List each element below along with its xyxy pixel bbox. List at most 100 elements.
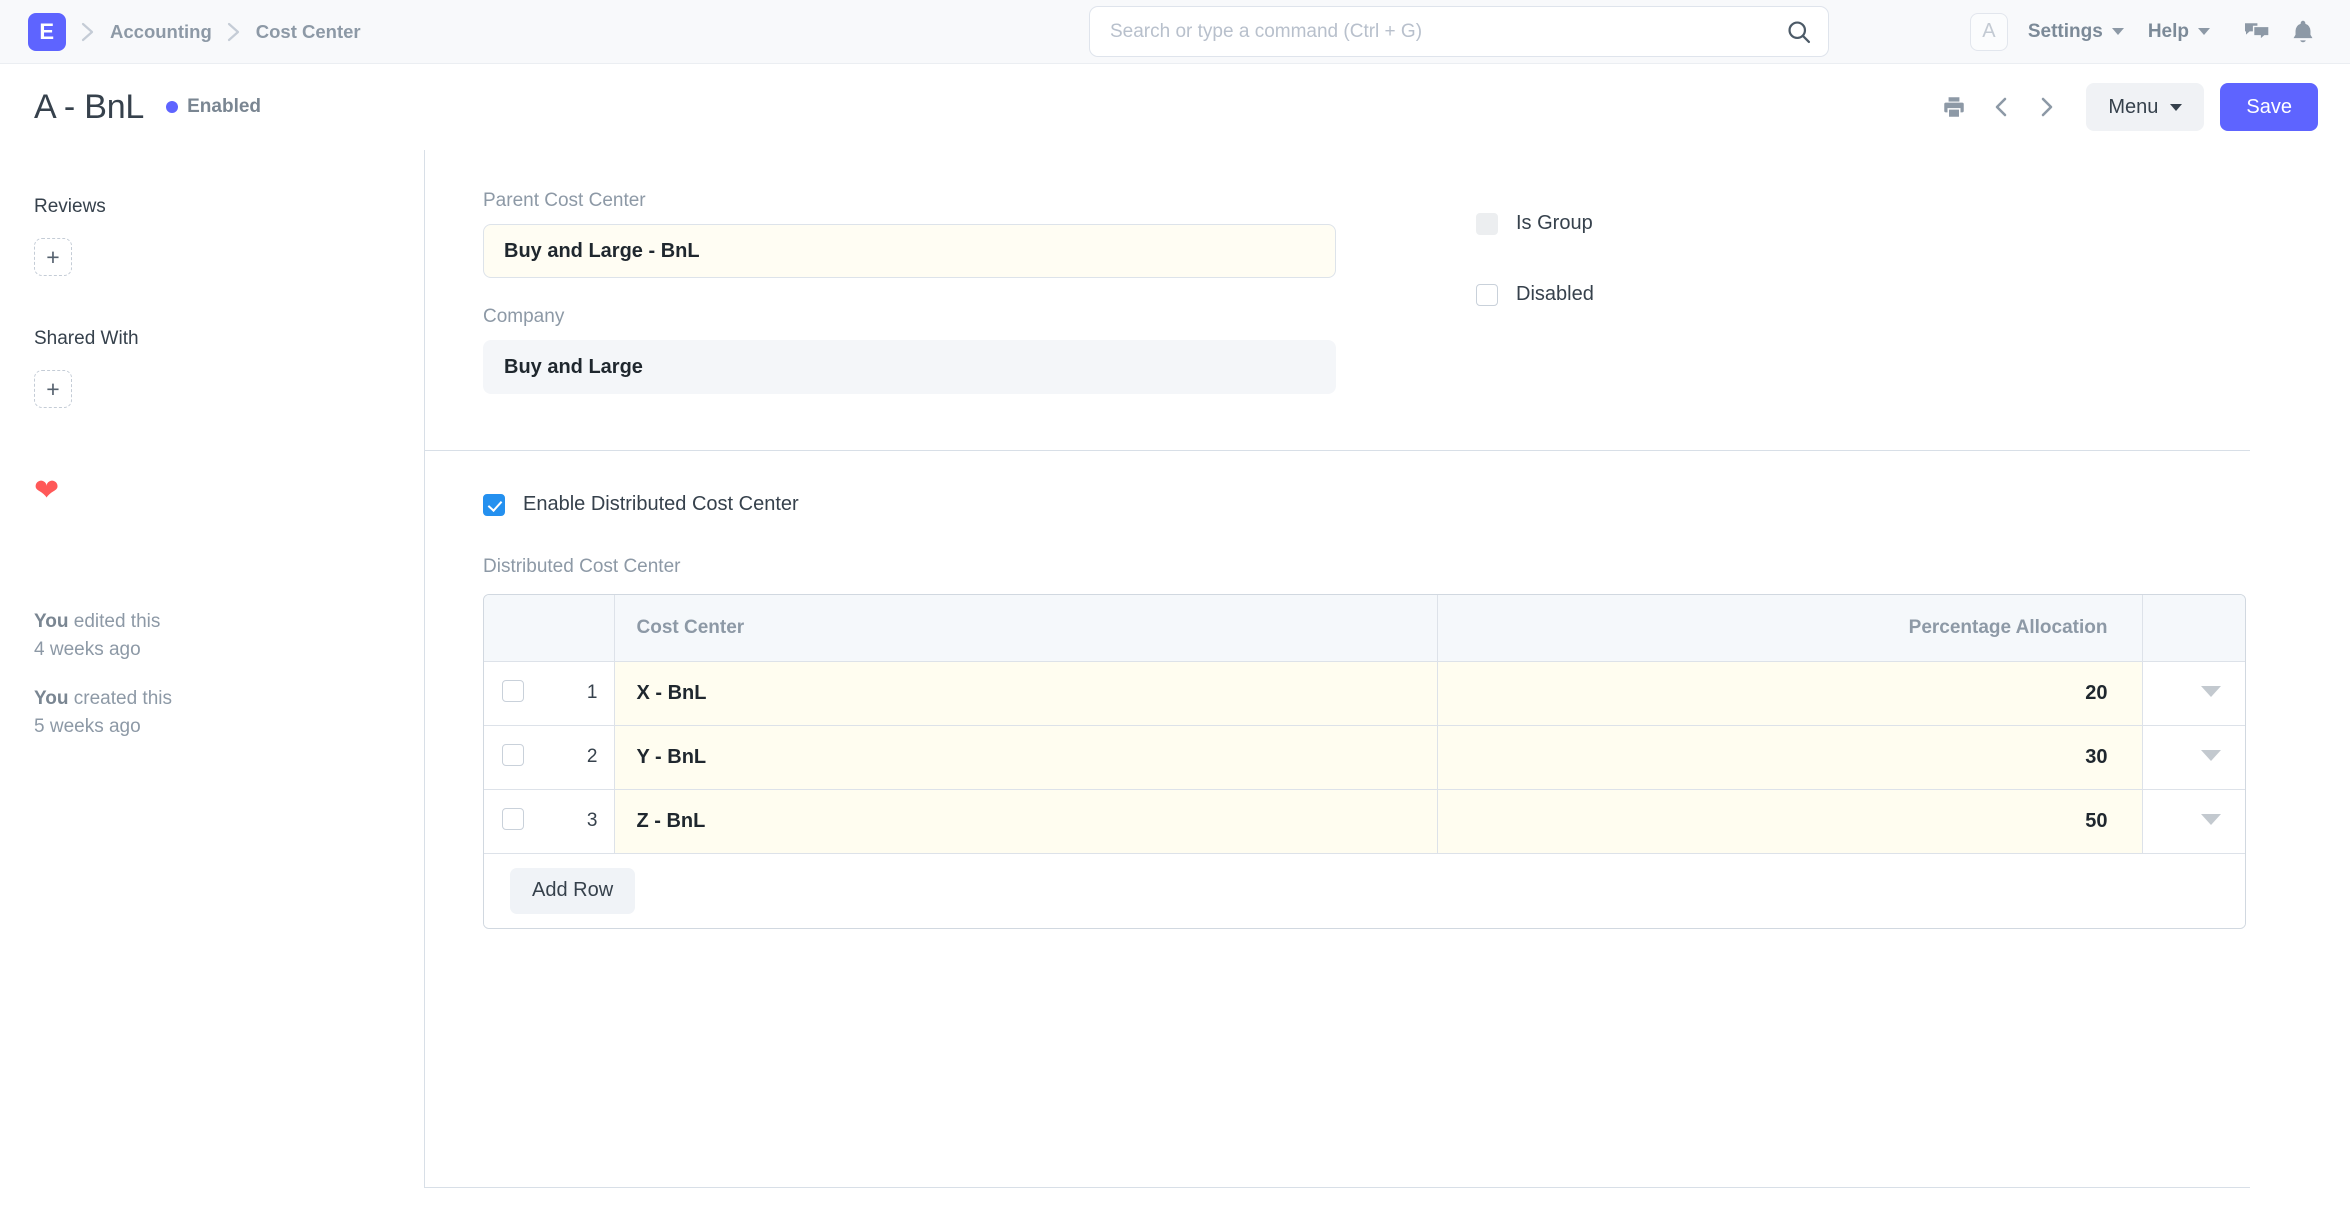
table-row: 3 Z - BnL 50 [484,789,2245,854]
chevron-down-icon-3 [2170,103,2183,111]
breadcrumb-separator-icon-2 [212,20,256,44]
row-index: 3 [542,789,615,854]
row-percentage[interactable]: 20 [1437,661,2143,726]
page-body: Reviews + Shared With + ❤ You edited thi… [0,150,2350,1188]
row-cost-center[interactable]: Y - BnL [614,725,1438,790]
disabled-label: Disabled [1516,283,1594,305]
add-review-button[interactable]: + [34,238,72,276]
add-shared-with-button[interactable]: + [34,370,72,408]
row-index: 1 [542,661,615,726]
nav-menu-help[interactable]: Help [2148,21,2234,43]
grid-table: Cost Center Percentage Allocation 1 X - … [484,595,2245,854]
chevron-right-icon[interactable] [2026,87,2066,127]
sidebar-shared-with-title: Shared With [34,328,139,349]
form-content: Parent Cost Center Buy and Large - BnL C… [424,150,2250,1188]
print-icon[interactable] [1934,87,1974,127]
navbar-right: A Settings Help [1969,12,2326,52]
form-column-left: Parent Cost Center Buy and Large - BnL C… [483,190,1403,394]
chevron-down-icon-2 [2198,28,2210,35]
row-expand-cell [2142,789,2245,854]
menu-button-label: Menu [2108,95,2159,118]
search-container [1089,6,1829,57]
company-label: Company [483,306,565,327]
form-section-details: Parent Cost Center Buy and Large - BnL C… [425,150,2250,451]
page-header-actions: Menu Save [1934,83,2318,131]
app-logo[interactable]: E [28,12,66,51]
table-row: 2 Y - BnL 30 [484,725,2245,790]
search-icon[interactable] [1785,18,1813,46]
grid-header-actions [2142,595,2245,662]
top-navbar: E Accounting Cost Center A Settings Help [0,0,2350,64]
page-header: A - BnL Enabled Menu Save [0,64,2350,150]
grid-header-percentage-allocation[interactable]: Percentage Allocation [1437,595,2143,662]
row-checkbox-cell [484,789,542,854]
row-cost-center[interactable]: X - BnL [614,661,1438,726]
activity-edited-what: edited this [68,611,161,632]
distributed-cost-center-label: Distributed Cost Center [483,556,681,577]
nav-menu-help-label: Help [2147,20,2189,42]
chevron-left-icon[interactable] [1982,87,2022,127]
disabled-checkbox[interactable] [1476,283,1498,306]
sidebar-reviews-title: Reviews [34,196,106,217]
nav-menu-settings[interactable]: Settings [2028,21,2148,43]
grid-body: 1 X - BnL 20 2 Y - BnL 30 3 Z - BnL 50 [484,661,2245,854]
grid-select-all-header [484,595,615,662]
row-percentage[interactable]: 50 [1437,789,2143,854]
chevron-down-icon-row[interactable] [2201,750,2221,761]
enable-distributed-checkbox[interactable] [483,493,505,516]
row-percentage[interactable]: 30 [1437,725,2143,790]
breadcrumb-item-cost-center[interactable]: Cost Center [256,21,361,43]
is-group-checkbox [1476,212,1498,235]
table-row: 1 X - BnL 20 [484,661,2245,726]
company-input[interactable]: Buy and Large [483,340,1336,394]
parent-cost-center-label: Parent Cost Center [483,190,646,211]
save-button[interactable]: Save [2220,83,2318,131]
page-title: A - BnL [34,87,145,126]
chevron-down-icon-row[interactable] [2201,686,2221,697]
parent-cost-center-input[interactable]: Buy and Large - BnL [483,224,1336,278]
breadcrumb: E Accounting Cost Center [28,12,361,51]
row-checkbox[interactable] [502,743,524,766]
status-dot-icon [166,101,179,113]
record-navigation [1982,87,2066,127]
grid-header-cost-center[interactable]: Cost Center [614,595,1438,662]
is-group-row: Is Group [1476,212,1594,235]
chevron-down-icon [2111,28,2124,35]
row-checkbox[interactable] [502,679,524,702]
activity-created: You created this 5 weeks ago [34,685,424,740]
avatar[interactable]: A [1969,12,2008,51]
bell-icon[interactable] [2280,12,2326,52]
breadcrumb-separator-icon [66,20,110,44]
comment-icon[interactable] [2234,12,2280,52]
heart-icon[interactable]: ❤ [34,476,66,506]
grid-footer: Add Row [484,853,2245,928]
breadcrumb-item-accounting[interactable]: Accounting [110,21,212,43]
form-section-distributed: Enable Distributed Cost Center Distribut… [425,451,2250,929]
row-cost-center[interactable]: Z - BnL [614,789,1438,854]
chevron-down-icon-row[interactable] [2201,814,2221,825]
nav-menu-settings-label: Settings [2027,20,2103,42]
search-input[interactable] [1089,6,1829,57]
sidebar: Reviews + Shared With + ❤ You edited thi… [0,150,424,1188]
row-expand-cell [2142,725,2245,790]
activity-log: You edited this 4 weeks ago You created … [34,608,424,740]
distributed-cost-center-grid: Cost Center Percentage Allocation 1 X - … [483,594,2246,929]
enable-distributed-label: Enable Distributed Cost Center [523,493,799,515]
activity-created-when: 5 weeks ago [34,715,141,737]
row-checkbox-cell [484,725,542,790]
row-checkbox[interactable] [502,807,524,830]
menu-button[interactable]: Menu [2086,83,2205,131]
disabled-row: Disabled [1476,283,1594,306]
activity-created-who: You [34,688,69,710]
activity-edited: You edited this 4 weeks ago [34,608,424,663]
enable-distributed-row: Enable Distributed Cost Center [483,493,2250,516]
status-badge: Enabled [166,96,261,118]
is-group-label: Is Group [1516,212,1593,234]
status-badge-label: Enabled [187,96,262,117]
activity-edited-who: You [34,611,69,632]
row-checkbox-cell [484,661,542,726]
activity-edited-when: 4 weeks ago [34,638,141,660]
row-expand-cell [2142,661,2245,726]
activity-created-what: created this [68,688,172,710]
add-row-button[interactable]: Add Row [510,867,636,914]
